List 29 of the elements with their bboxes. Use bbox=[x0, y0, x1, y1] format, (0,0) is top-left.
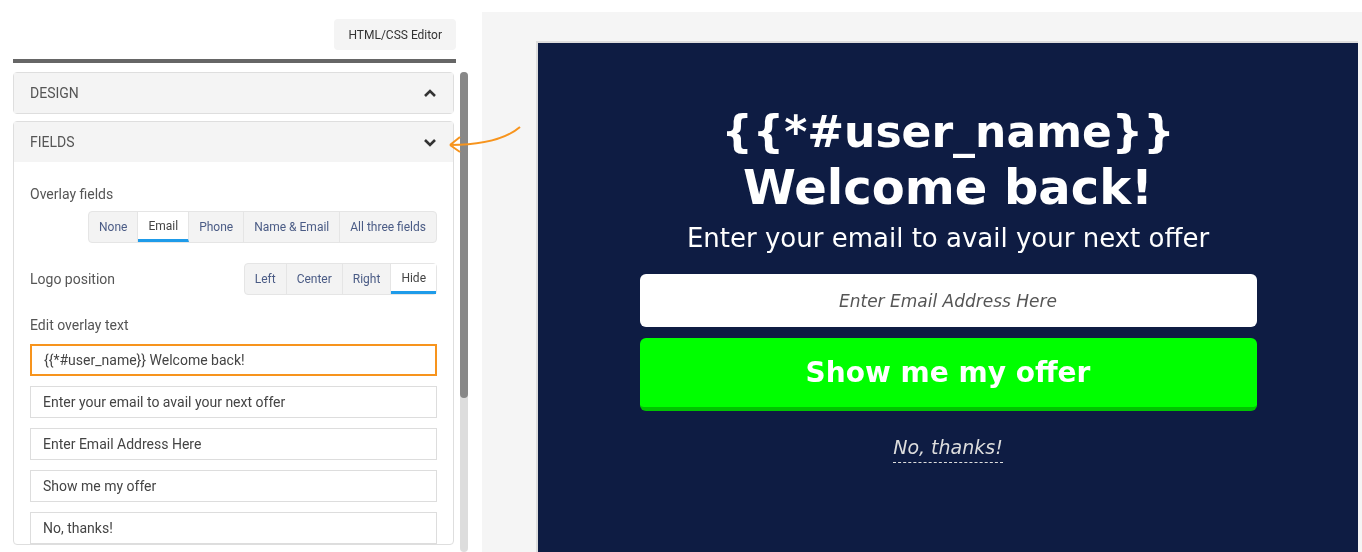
text-field[interactable]: {{*#user_name}} Welcome back! bbox=[30, 344, 437, 376]
section-title: FIELDS bbox=[30, 132, 75, 152]
section-title: DESIGN bbox=[30, 83, 79, 103]
field-label: Overlay fields bbox=[30, 185, 115, 204]
preview-subtitle: Enter your email to avail your next offer bbox=[686, 222, 1210, 255]
segment-tab[interactable]: Center bbox=[286, 264, 343, 294]
segment-tab[interactable]: Name & Email bbox=[244, 212, 341, 242]
chevron-down-icon[interactable] bbox=[423, 137, 437, 147]
segment-tab[interactable]: Phone bbox=[189, 212, 245, 242]
decline-link[interactable]: No, thanks! bbox=[893, 433, 1003, 463]
text-field[interactable]: Show me my offer bbox=[30, 470, 437, 502]
segment-tab[interactable]: Hide bbox=[391, 264, 436, 294]
field-label: Logo position bbox=[30, 269, 116, 289]
scrollbar-thumb[interactable] bbox=[460, 72, 468, 398]
text-field[interactable]: Enter your email to avail your next offer bbox=[30, 386, 437, 418]
segment-tab[interactable]: Left bbox=[244, 264, 287, 294]
html-css-editor-button[interactable]: HTML/CSS Editor bbox=[334, 19, 456, 50]
field-label: Edit overlay text bbox=[30, 316, 130, 335]
preview-heading: Welcome back! bbox=[743, 159, 1153, 215]
preview-heading: {{*#user_name}} bbox=[721, 105, 1175, 159]
email-field[interactable]: Enter Email Address Here bbox=[639, 274, 1257, 327]
text-field[interactable]: Enter Email Address Here bbox=[30, 428, 437, 460]
segment-tab[interactable]: Email bbox=[138, 212, 190, 242]
text-field[interactable]: No, thanks! bbox=[30, 512, 437, 544]
accordion-header[interactable]: FIELDS bbox=[14, 122, 453, 162]
scrollbar-track[interactable] bbox=[460, 72, 468, 552]
accordion-header[interactable]: DESIGN bbox=[14, 73, 453, 113]
chevron-up-icon[interactable] bbox=[423, 88, 437, 98]
segment-tab[interactable]: All three fields bbox=[340, 212, 436, 242]
